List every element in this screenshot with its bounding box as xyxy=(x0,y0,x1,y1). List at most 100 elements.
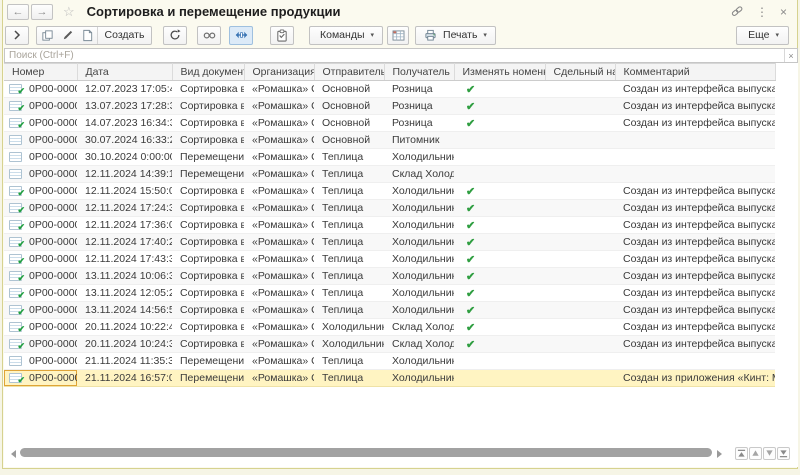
table-row[interactable]: 0P00-000011 13.11.2024 12:05:22 Сортиров… xyxy=(4,285,775,302)
change-nomenclature-check: ✔ xyxy=(454,319,545,336)
commands-button[interactable]: Команды ▾ xyxy=(309,26,383,45)
table-row[interactable]: 0P00-000004 13.07.2023 17:28:31 Сортиров… xyxy=(4,98,775,115)
document-state-icon xyxy=(9,271,22,281)
link-icon[interactable] xyxy=(730,5,744,19)
table-row[interactable]: 0P00-000004 12.11.2024 14:39:13 Перемеще… xyxy=(4,166,775,183)
change-nomenclature-check: ✔ xyxy=(454,81,545,98)
change-nomenclature-check: ✔ xyxy=(454,268,545,285)
create-button[interactable]: Создать xyxy=(97,27,151,44)
output-list-button[interactable] xyxy=(387,26,409,45)
refresh-button[interactable] xyxy=(163,26,187,45)
list-navigation xyxy=(735,447,790,460)
document-state-icon xyxy=(9,169,22,179)
table-row[interactable]: 0P00-000005 14.07.2023 16:34:34 Сортиров… xyxy=(4,115,775,132)
document-state-icon xyxy=(9,373,22,383)
change-nomenclature-check: ✔ xyxy=(454,336,545,353)
table-row[interactable]: 0P00-000005 12.11.2024 15:50:07 Сортиров… xyxy=(4,183,775,200)
table-row[interactable]: 0P00-000014 20.11.2024 10:24:30 Сортиров… xyxy=(4,336,775,353)
change-nomenclature-check xyxy=(454,149,545,166)
more-label: Еще xyxy=(746,29,771,41)
table-row[interactable]: 0P00-000016 21.11.2024 16:57:00 Перемеще… xyxy=(4,370,775,387)
chevron-down-icon: ▾ xyxy=(371,31,375,39)
column-header-receiver[interactable]: Получатель xyxy=(384,64,454,81)
table-row[interactable]: 0P00-000008 12.11.2024 17:40:23 Сортиров… xyxy=(4,234,775,251)
mark-deletion-button[interactable] xyxy=(77,27,97,44)
table-row[interactable]: 0P00-000006 12.11.2024 17:24:36 Сортиров… xyxy=(4,200,775,217)
expand-panel-button[interactable] xyxy=(5,26,29,45)
column-header-doc-type[interactable]: Вид документа xyxy=(172,64,244,81)
document-state-icon xyxy=(9,186,22,196)
document-state-icon xyxy=(9,322,22,332)
column-header-comment[interactable]: Комментарий xyxy=(615,64,775,81)
document-state-icon xyxy=(9,356,22,366)
change-nomenclature-check xyxy=(454,370,545,387)
post-document-button[interactable] xyxy=(270,26,294,45)
window-menu-icon[interactable]: ⋮ xyxy=(756,6,768,18)
table-row[interactable]: 0P00-000003 12.07.2023 17:05:45 Сортиров… xyxy=(4,81,775,98)
document-list-area: Номер Дата Вид документа Организация Отп… xyxy=(4,63,798,467)
go-previous-button[interactable] xyxy=(749,447,762,460)
document-state-icon xyxy=(9,305,22,315)
set-period-toggle-button[interactable] xyxy=(229,26,253,45)
create-button-group: Создать xyxy=(36,26,152,45)
column-header-change-nomenclature[interactable]: Изменять номенклатуру xyxy=(454,64,545,81)
search-bar: × xyxy=(4,48,798,63)
chevron-down-icon: ▾ xyxy=(483,31,487,39)
more-button[interactable]: Еще ▾ xyxy=(736,26,789,45)
change-nomenclature-check: ✔ xyxy=(454,251,545,268)
table-row[interactable]: 0P00-000015 21.11.2024 11:35:30 Перемеще… xyxy=(4,353,775,370)
back-button[interactable]: ← xyxy=(7,4,29,20)
scroll-right-icon[interactable] xyxy=(717,450,722,458)
title-bar: ← → ☆ Сортировка и перемещение продукции… xyxy=(3,0,797,23)
document-state-icon xyxy=(9,339,22,349)
favorite-star-icon[interactable]: ☆ xyxy=(63,4,75,20)
go-next-button[interactable] xyxy=(763,447,776,460)
change-nomenclature-check xyxy=(454,132,545,149)
forward-button[interactable]: → xyxy=(31,4,53,20)
change-nomenclature-check: ✔ xyxy=(454,200,545,217)
column-header-sender[interactable]: Отправитель xyxy=(314,64,384,81)
table-row[interactable]: 0P00-000003 30.10.2024 0:00:00 Перемещен… xyxy=(4,149,775,166)
toolbar: Создать Команды ▾ Печать ▾ Еще ▾ xyxy=(3,24,797,46)
print-button[interactable]: Печать ▾ xyxy=(415,26,496,45)
document-state-icon xyxy=(9,220,22,230)
page-title: Сортировка и перемещение продукции xyxy=(87,4,341,19)
table-row[interactable]: 0P00-000007 12.11.2024 17:36:01 Сортиров… xyxy=(4,217,775,234)
copy-link-button[interactable] xyxy=(197,26,221,45)
scroll-left-icon[interactable] xyxy=(11,450,16,458)
table-row[interactable]: 0P00-000001 30.07.2024 16:33:25 Сортиров… xyxy=(4,132,775,149)
change-nomenclature-check xyxy=(454,166,545,183)
column-header-date[interactable]: Дата xyxy=(77,64,172,81)
edit-button[interactable] xyxy=(57,27,77,44)
change-nomenclature-check: ✔ xyxy=(454,115,545,132)
table-row[interactable]: 0P00-000013 20.11.2024 10:22:49 Сортиров… xyxy=(4,319,775,336)
document-list-window: ← → ☆ Сортировка и перемещение продукции… xyxy=(2,0,798,469)
table-row[interactable]: 0P00-000010 13.11.2024 10:06:35 Сортиров… xyxy=(4,268,775,285)
chevron-down-icon: ▾ xyxy=(775,31,779,39)
table-row[interactable]: 0P00-000012 13.11.2024 14:56:55 Сортиров… xyxy=(4,302,775,319)
go-first-button[interactable] xyxy=(735,447,748,460)
document-state-icon xyxy=(9,118,22,128)
change-nomenclature-check: ✔ xyxy=(454,183,545,200)
print-label: Печать xyxy=(441,29,479,41)
search-clear-icon[interactable]: × xyxy=(784,49,797,62)
change-nomenclature-check xyxy=(454,353,545,370)
column-header-piecework[interactable]: Сдельный наряд xyxy=(545,64,615,81)
go-last-button[interactable] xyxy=(777,447,790,460)
commands-label: Команды xyxy=(318,29,367,41)
search-input[interactable] xyxy=(5,49,784,62)
close-icon[interactable]: × xyxy=(780,6,787,18)
document-state-icon xyxy=(9,288,22,298)
column-header-number[interactable]: Номер xyxy=(4,64,77,81)
table-row[interactable]: 0P00-000009 12.11.2024 17:43:37 Сортиров… xyxy=(4,251,775,268)
change-nomenclature-check: ✔ xyxy=(454,302,545,319)
horizontal-scrollbar[interactable] xyxy=(20,448,712,457)
copy-button[interactable] xyxy=(37,27,57,44)
change-nomenclature-check: ✔ xyxy=(454,98,545,115)
document-state-icon xyxy=(9,135,22,145)
document-state-icon xyxy=(9,84,22,94)
document-table-body: 0P00-000003 12.07.2023 17:05:45 Сортиров… xyxy=(4,81,775,387)
column-header-organization[interactable]: Организация xyxy=(244,64,314,81)
document-state-icon xyxy=(9,152,22,162)
document-table: Номер Дата Вид документа Организация Отп… xyxy=(4,63,776,387)
